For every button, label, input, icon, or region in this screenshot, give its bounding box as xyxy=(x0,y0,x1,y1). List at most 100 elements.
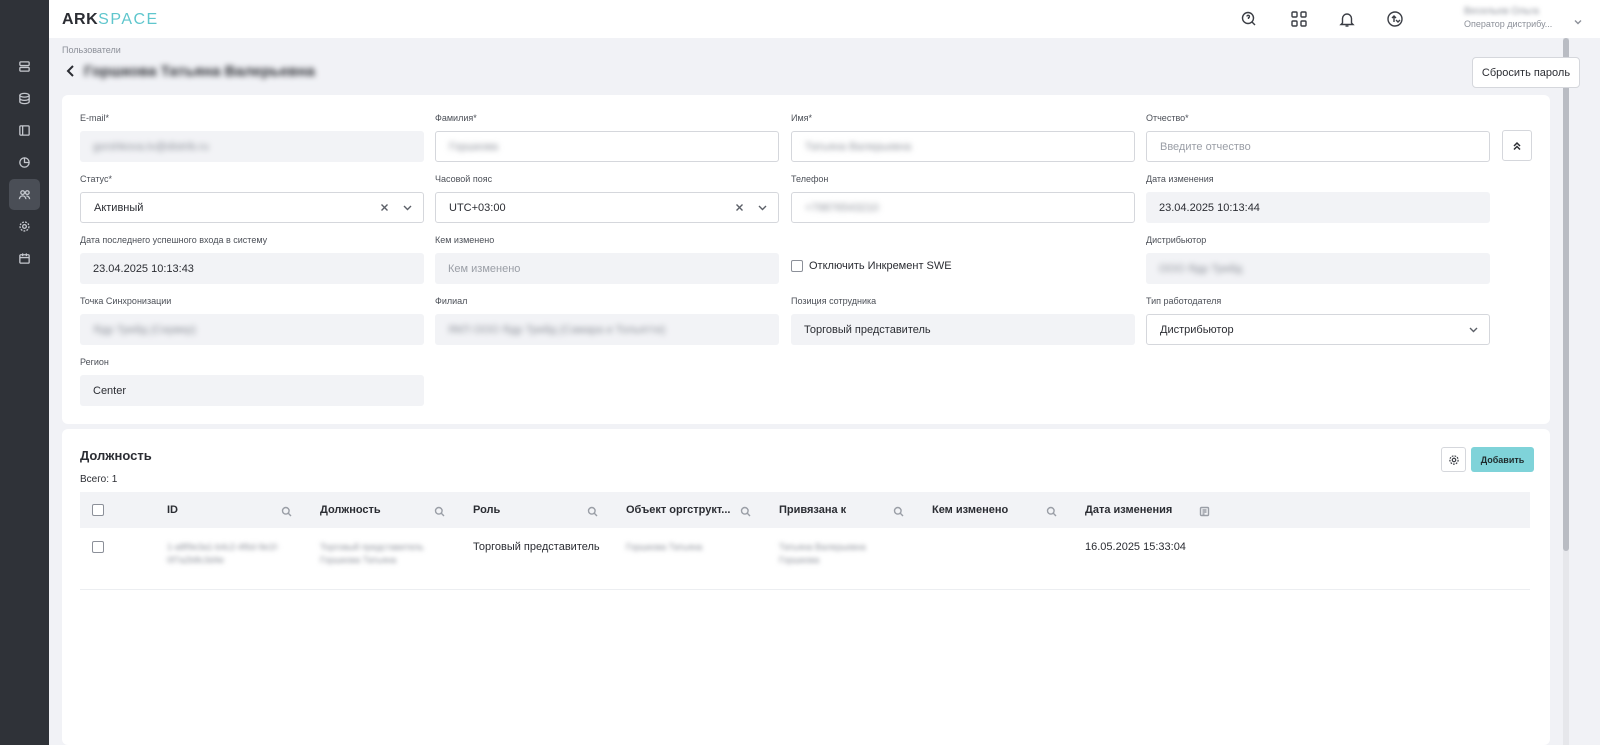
distributor-label: Дистрибьютор xyxy=(1146,235,1207,245)
top-bar: ARKSPACE Весельев Ольга Оператор дистриб… xyxy=(49,0,1600,38)
search-icon[interactable] xyxy=(281,504,292,517)
row-select[interactable] xyxy=(92,541,104,556)
notifications-button[interactable] xyxy=(1337,9,1357,29)
email-field: E-mail* gorshkova.tv@distrib.ru xyxy=(80,113,424,162)
position-field: Позиция сотрудника Торговый представител… xyxy=(791,296,1135,345)
table-header: ID Должность Роль Объект оргструкт... Пр… xyxy=(80,492,1530,528)
column-header-id[interactable]: ID xyxy=(167,492,178,528)
last-login-field: Дата последнего успешного входа в систем… xyxy=(80,235,424,284)
distributor-field: Дистрибьютор ООО Ядр Трейд xyxy=(1146,235,1490,284)
column-header-role[interactable]: Роль xyxy=(473,492,500,528)
user-menu[interactable]: Весельев Ольга Оператор дистрибу... xyxy=(1464,6,1584,29)
database-icon xyxy=(19,92,30,105)
region-label: Регион xyxy=(80,357,109,367)
first-name-input[interactable]: Татьяна Валерьевна xyxy=(791,131,1135,162)
last-login-label: Дата последнего успешного входа в систем… xyxy=(80,235,268,245)
search-icon[interactable] xyxy=(740,504,751,517)
chevron-down-icon xyxy=(1574,20,1582,25)
gear-icon xyxy=(1448,454,1459,465)
sidebar-item-users[interactable] xyxy=(9,179,40,210)
sidebar-item-settings[interactable] xyxy=(9,211,40,242)
branch-field: Филиал ЯКП ООО Ядр Трейд (Самара и Толья… xyxy=(435,296,779,345)
calendar-icon xyxy=(19,253,30,264)
modified-date-label: Дата изменения xyxy=(1146,174,1214,184)
modified-by-value: Кем изменено xyxy=(435,253,779,284)
timezone-select[interactable]: UTC+03:00 xyxy=(435,192,779,223)
middle-name-label: Отчество* xyxy=(1146,113,1189,123)
sync-point-label: Точка Синхронизации xyxy=(80,296,172,306)
row-checkbox[interactable] xyxy=(92,541,104,553)
column-header-modified-by[interactable]: Кем изменено xyxy=(932,492,1008,528)
server-icon xyxy=(19,61,30,72)
sync-button[interactable] xyxy=(1385,9,1405,29)
region-value: Center xyxy=(80,375,424,406)
positions-card: Должность Всего: 1 Добавить ID Должность… xyxy=(62,429,1550,745)
page-title: Горшкова Татьяна Валерьевна xyxy=(84,63,315,80)
modified-date-value: 23.04.2025 10:13:44 xyxy=(1146,192,1490,223)
middle-name-input[interactable]: Введите отчество xyxy=(1146,131,1490,162)
timezone-field: Часовой пояс UTC+03:00 xyxy=(435,174,779,223)
branch-label: Филиал xyxy=(435,296,468,306)
breadcrumb[interactable]: Пользователи xyxy=(62,45,121,55)
status-field: Статус* Активный xyxy=(80,174,424,223)
sync-point-field: Точка Синхронизации Ядр Трейд (Сервер) xyxy=(80,296,424,345)
reset-password-button[interactable]: Сбросить пароль xyxy=(1472,57,1580,88)
region-field: Регион Center xyxy=(80,357,424,406)
clear-icon[interactable] xyxy=(379,202,390,213)
collapse-form-button[interactable] xyxy=(1502,130,1532,161)
table-row[interactable]: 1-a8f9e3a1-b4c2-4f6d-9e1f-0f7a2b8c3d4e Т… xyxy=(80,528,1530,590)
scrollbar-thumb[interactable] xyxy=(1563,38,1569,551)
user-menu-chevron[interactable] xyxy=(1573,14,1583,25)
disable-increment-option[interactable]: Отключить Инкремент SWE xyxy=(791,260,952,272)
last-name-field: Фамилия* Горшкова xyxy=(435,113,779,162)
search-icon[interactable] xyxy=(1046,504,1057,517)
search-icon[interactable] xyxy=(434,504,445,517)
sync-point-value: Ядр Трейд (Сервер) xyxy=(80,314,424,345)
back-button[interactable] xyxy=(65,64,77,78)
last-name-input[interactable]: Горшкова xyxy=(435,131,779,162)
grid-icon xyxy=(1291,11,1307,27)
employer-type-select[interactable]: Дистрибьютор xyxy=(1146,314,1490,345)
search-icon[interactable] xyxy=(587,504,598,517)
add-position-button[interactable]: Добавить xyxy=(1471,447,1534,472)
search-icon[interactable] xyxy=(893,504,904,517)
cell-org-object: Горшкова Татьяна xyxy=(626,542,703,552)
select-all-checkbox[interactable] xyxy=(92,504,104,516)
support-chat-button[interactable] xyxy=(1239,9,1259,29)
phone-input[interactable]: +79876543210 xyxy=(791,192,1135,223)
disable-increment-checkbox[interactable] xyxy=(791,260,803,272)
column-header-position[interactable]: Должность xyxy=(320,492,381,528)
date-filter-icon[interactable] xyxy=(1199,504,1210,517)
sidebar-item-layout[interactable] xyxy=(9,115,40,146)
table-settings-button[interactable] xyxy=(1441,447,1466,472)
timezone-label: Часовой пояс xyxy=(435,174,493,184)
column-header-linked-to[interactable]: Привязана к xyxy=(779,492,846,528)
chevron-down-icon[interactable] xyxy=(1468,324,1479,335)
select-all[interactable] xyxy=(92,492,104,528)
last-name-label: Фамилия* xyxy=(435,113,477,123)
branch-value: ЯКП ООО Ядр Трейд (Самара и Тольятти) xyxy=(435,314,779,345)
chevron-down-icon[interactable] xyxy=(757,202,768,213)
apps-button[interactable] xyxy=(1289,9,1309,29)
sidebar-item-database[interactable] xyxy=(9,83,40,114)
column-header-org-object[interactable]: Объект оргструкт... xyxy=(626,492,730,528)
modified-by-label: Кем изменено xyxy=(435,235,495,245)
sidebar-item-servers[interactable] xyxy=(9,51,40,82)
chevron-down-icon[interactable] xyxy=(402,202,413,213)
disable-increment-label: Отключить Инкремент SWE xyxy=(809,260,952,272)
bell-icon xyxy=(1339,13,1355,27)
sidebar-item-reports[interactable] xyxy=(9,147,40,178)
app-logo[interactable]: ARKSPACE xyxy=(62,11,159,29)
modified-date-field: Дата изменения 23.04.2025 10:13:44 xyxy=(1146,174,1490,223)
layout-icon xyxy=(19,125,30,136)
status-select[interactable]: Активный xyxy=(80,192,424,223)
cell-id: 1-a8f9e3a1-b4c2-4f6d-9e1f-0f7a2b8c3d4e xyxy=(167,542,280,565)
page-scrollbar[interactable] xyxy=(1563,38,1569,745)
email-input[interactable]: gorshkova.tv@distrib.ru xyxy=(80,131,424,162)
clear-icon[interactable] xyxy=(734,202,745,213)
phone-label: Телефон xyxy=(791,174,829,184)
column-header-modified-date[interactable]: Дата изменения xyxy=(1085,492,1172,528)
chevrons-up-icon xyxy=(1513,141,1521,150)
sidebar-item-calendar[interactable] xyxy=(9,243,40,274)
user-form-card: E-mail* gorshkova.tv@distrib.ru Фамилия*… xyxy=(62,95,1550,424)
